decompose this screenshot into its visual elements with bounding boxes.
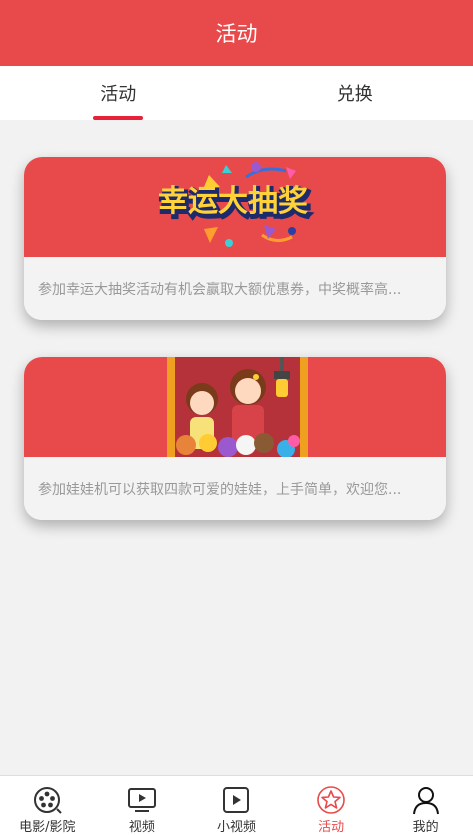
claw-machine-banner — [24, 357, 446, 457]
nav-label-activity: 活动 — [318, 820, 345, 835]
tab-activity-label: 活动 — [100, 84, 137, 105]
nav-label-short-video: 小视频 — [216, 820, 256, 835]
page-title: 活动 — [215, 22, 258, 46]
lucky-draw-description: 参加幸运大抽奖活动有机会赢取大额优惠券，中奖概率高... — [38, 281, 402, 298]
nav-item-short-video[interactable]: 小视频 — [189, 776, 284, 835]
activity-description: 参加娃娃机可以获取四款可爱的娃娃，上手简单，欢迎您... — [24, 457, 446, 520]
nav-item-activity[interactable]: 活动 — [284, 776, 379, 835]
nav-item-movies[interactable]: 电影/影院 — [0, 776, 95, 835]
nav-label-mine: 我的 — [412, 820, 439, 835]
nav-label-movies: 电影/影院 — [19, 820, 76, 835]
tab-exchange-label: 兑换 — [336, 84, 373, 105]
active-tab-indicator — [93, 116, 144, 120]
person-icon — [412, 787, 439, 815]
claw-machine-artwork — [167, 357, 308, 457]
nav-label-video: 视频 — [128, 820, 155, 835]
nav-item-mine[interactable]: 我的 — [378, 776, 473, 835]
app-header: 活动 — [0, 0, 473, 66]
activity-description: 参加幸运大抽奖活动有机会赢取大额优惠券，中奖概率高... — [24, 257, 446, 320]
tab-exchange[interactable]: 兑换 — [237, 66, 473, 120]
claw-machine-description: 参加娃娃机可以获取四款可爱的娃娃，上手简单，欢迎您... — [38, 481, 402, 498]
tab-bar: 活动 兑换 — [0, 66, 473, 120]
activity-card-claw-machine[interactable]: 参加娃娃机可以获取四款可爱的娃娃，上手简单，欢迎您... — [24, 357, 446, 520]
lucky-draw-artwork: 幸运大抽奖 幸运大抽奖 — [158, 162, 312, 247]
tab-activity[interactable]: 活动 — [0, 66, 237, 120]
film-reel-icon — [34, 787, 63, 814]
nav-item-video[interactable]: 视频 — [95, 776, 190, 835]
lucky-draw-title: 幸运大抽奖 — [158, 184, 308, 219]
activity-card-lucky-draw[interactable]: 幸运大抽奖 幸运大抽奖 参加幸运大抽奖活动有机会赢取大额优惠券，中奖概率高... — [24, 157, 446, 320]
star-circle-icon — [317, 786, 345, 814]
lucky-draw-banner: 幸运大抽奖 幸运大抽奖 — [24, 157, 446, 257]
bottom-navigation: 电影/影院 视频 小视频 活动 我的 — [0, 775, 473, 835]
play-square-icon — [223, 787, 250, 813]
tv-play-icon — [127, 788, 156, 812]
